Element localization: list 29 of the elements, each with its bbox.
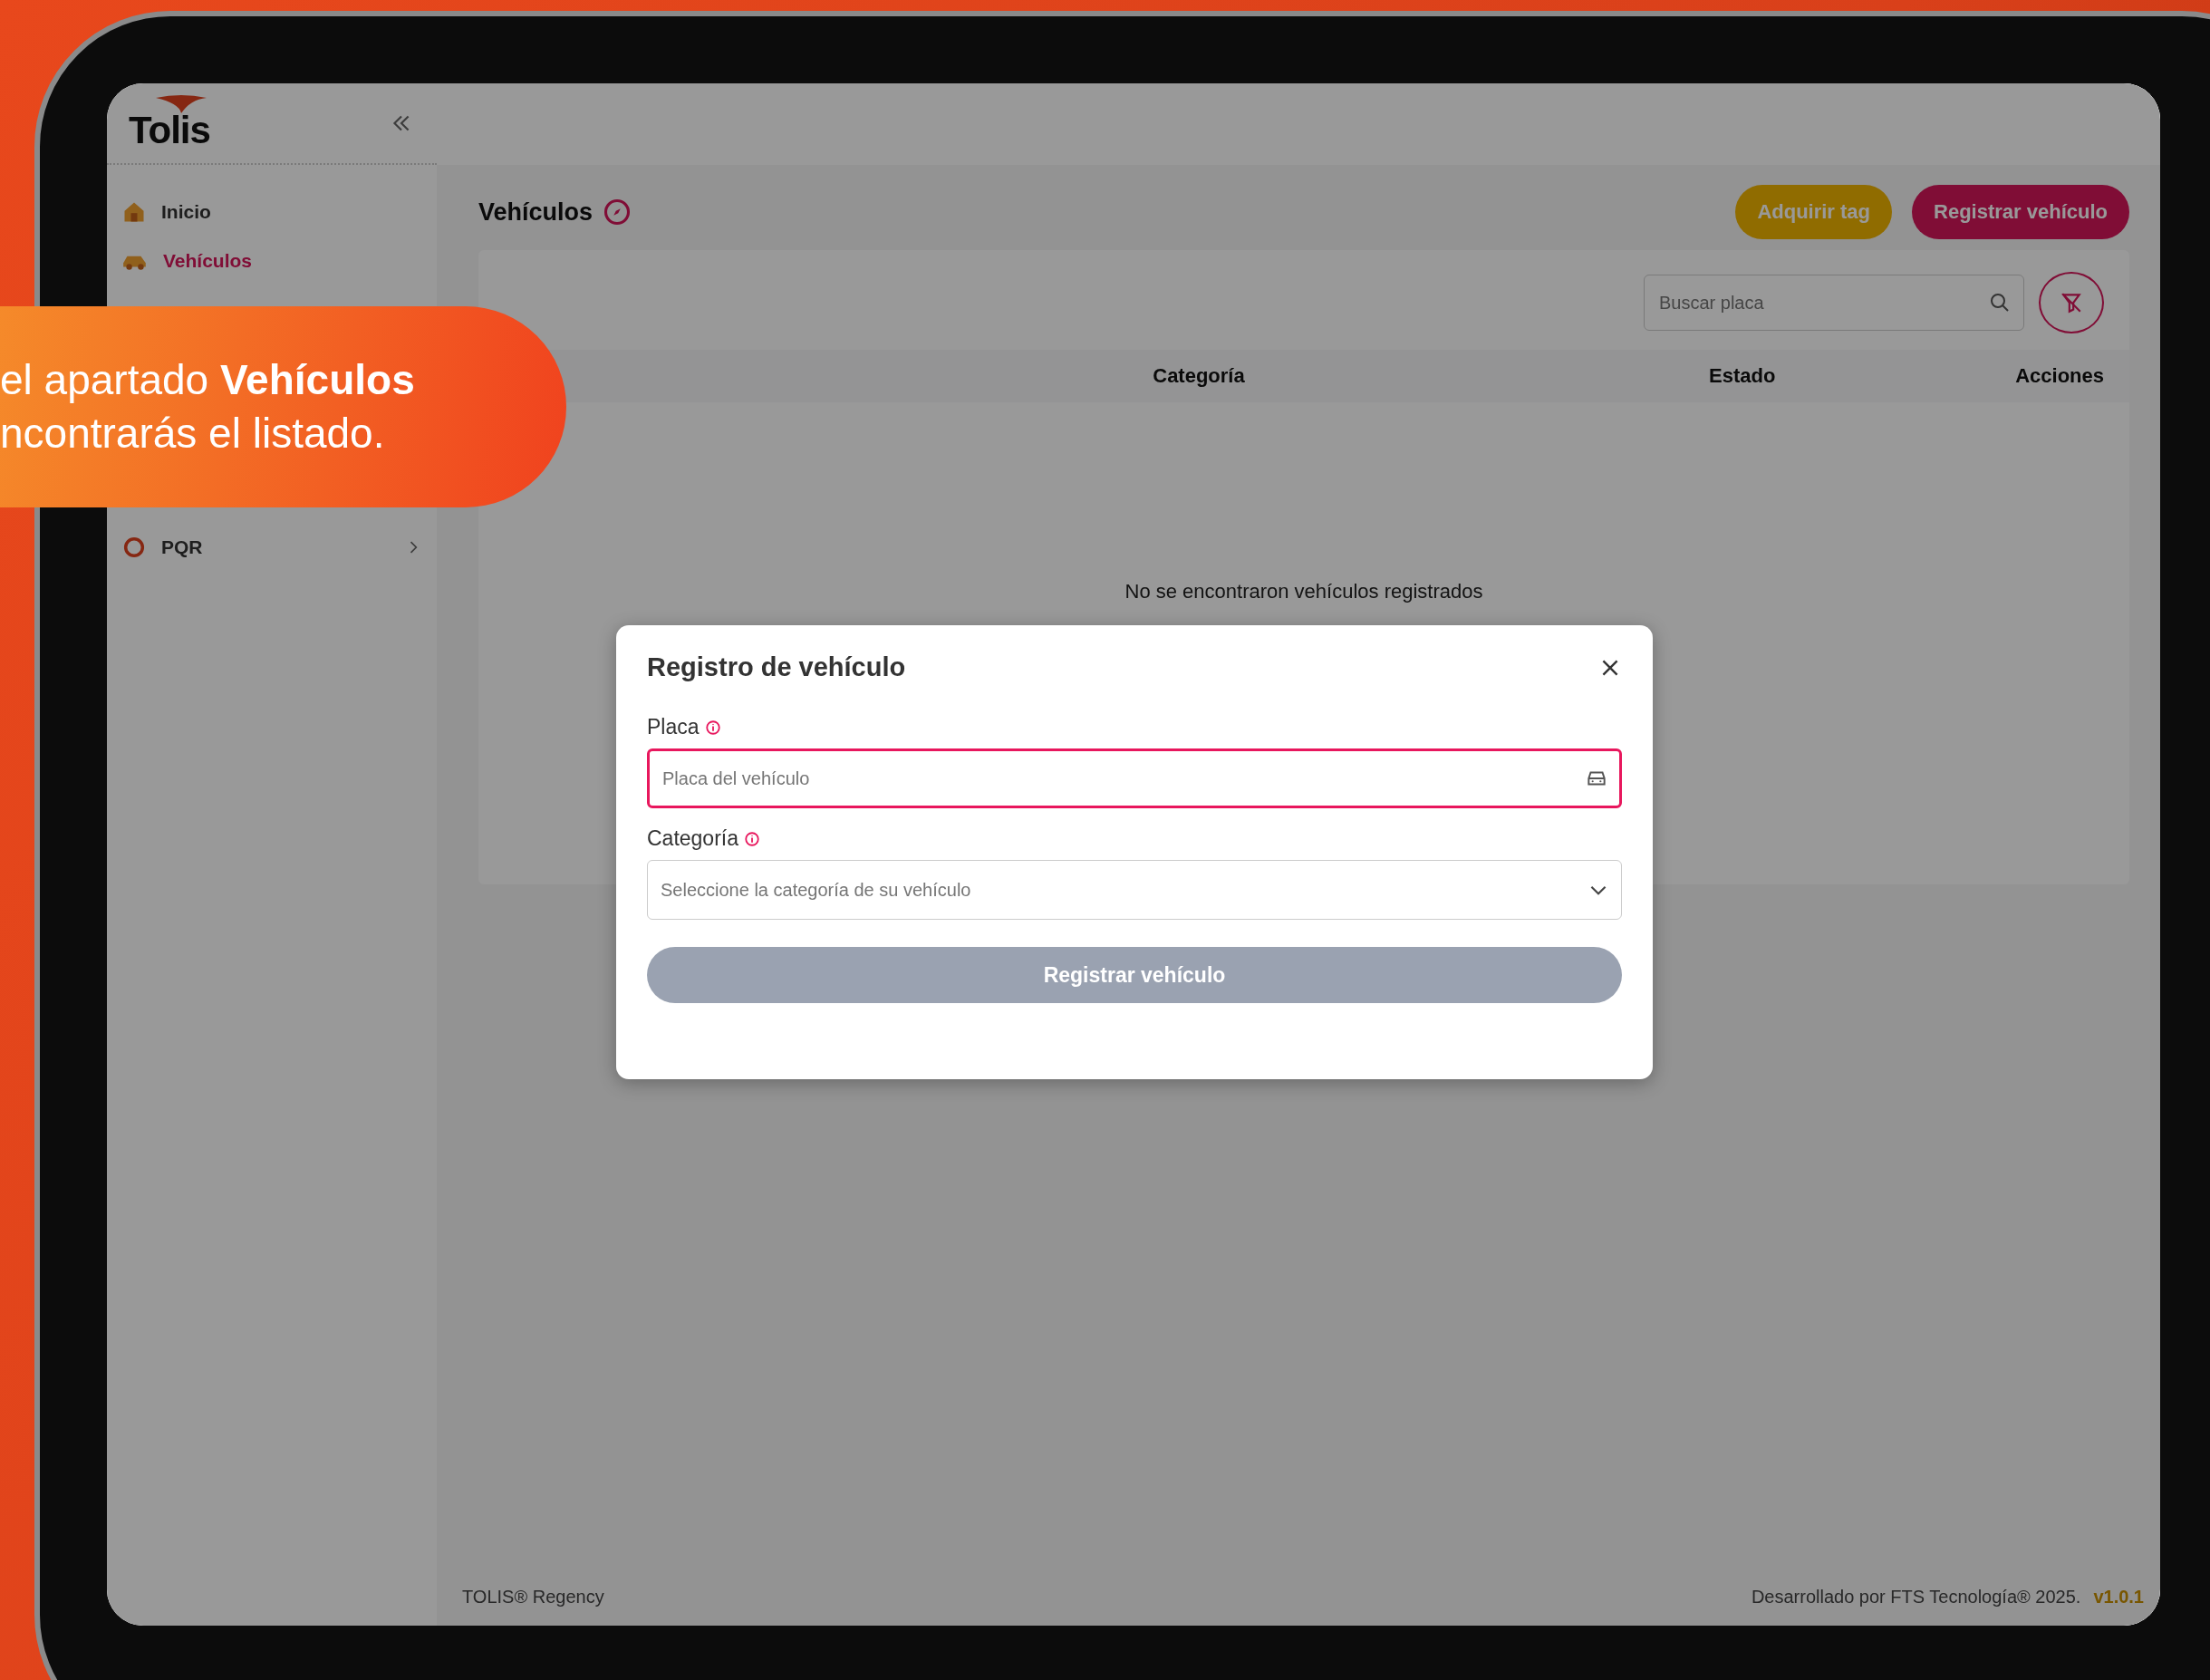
sidebar-item[interactable]: Inicio	[107, 187, 437, 237]
search-icon	[1989, 292, 2011, 314]
empty-message: No se encontraron vehículos registrados	[1124, 580, 1484, 603]
category-dropdown[interactable]: Seleccione la categoría de su vehículo	[647, 860, 1622, 920]
register-vehicle-button[interactable]: Registrar vehículo	[1912, 185, 2129, 239]
search-input[interactable]: Buscar placa	[1657, 291, 1989, 314]
column-header: Acciones	[2014, 364, 2104, 388]
footer-brand: TOLIS® Regency	[462, 1586, 604, 1608]
page-title: Vehículos	[478, 198, 594, 227]
field-label: Placa	[647, 715, 700, 739]
callout-text: el apartado Vehículos	[0, 357, 416, 403]
sidebar-item[interactable]: PQR	[107, 522, 437, 573]
version-label: v1.0.1	[2093, 1586, 2144, 1608]
logo-text: Tolis	[129, 109, 210, 152]
search-field[interactable]: Buscar placa	[1644, 275, 2024, 331]
plate-input[interactable]: Placa del vehículo	[661, 767, 1585, 790]
column-header: Categoría	[1152, 364, 1246, 388]
plate-field[interactable]: Placa del vehículo	[647, 748, 1622, 808]
field-label: Categoría	[647, 826, 738, 851]
column-header: Estado	[1708, 364, 1777, 388]
info-icon	[744, 830, 760, 847]
footer-credits: Desarrollado por FTS Tecnología® 2025.	[1751, 1586, 2081, 1608]
info-icon	[704, 719, 721, 736]
callout-text: ncontrarás el listado.	[0, 410, 386, 457]
category-select-input[interactable]: Seleccione la categoría de su vehículo	[659, 878, 1587, 902]
sidebar-item[interactable]: Vehículos	[107, 237, 437, 285]
dialog-title: Registro de vehículo	[647, 652, 906, 682]
filter-icon	[2060, 291, 2083, 314]
compass-icon	[603, 198, 632, 226]
